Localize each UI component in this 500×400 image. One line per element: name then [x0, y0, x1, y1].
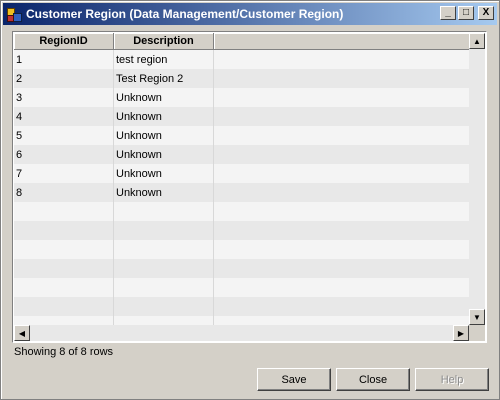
empty-row[interactable] — [14, 278, 474, 297]
arrow-right-icon: ▶ — [457, 328, 465, 338]
cell-regionid[interactable] — [14, 240, 114, 259]
cell-regionid[interactable] — [14, 278, 114, 297]
vertical-scrollbar[interactable]: ▲ ▼ — [469, 33, 485, 325]
empty-row[interactable] — [14, 221, 474, 240]
table-row[interactable]: 4 Unknown — [14, 107, 474, 126]
cell-description[interactable] — [114, 297, 214, 316]
cell-regionid[interactable]: 8 — [14, 183, 114, 202]
table-row[interactable]: 5 Unknown — [14, 126, 474, 145]
cell-filler — [214, 145, 474, 164]
cell-filler — [214, 240, 474, 259]
table-row[interactable]: 8 Unknown — [14, 183, 474, 202]
cell-filler — [214, 164, 474, 183]
table-row[interactable]: 3 Unknown — [14, 88, 474, 107]
column-header-description[interactable]: Description — [114, 33, 214, 50]
scroll-right-button[interactable]: ▶ — [453, 325, 469, 341]
column-header-filler — [214, 33, 474, 50]
cell-regionid[interactable]: 4 — [14, 107, 114, 126]
close-window-button[interactable]: X — [478, 6, 494, 20]
minimize-button[interactable]: _ — [440, 6, 456, 20]
cell-regionid[interactable]: 5 — [14, 126, 114, 145]
cell-filler — [214, 107, 474, 126]
empty-row[interactable] — [14, 297, 474, 316]
cell-filler — [214, 88, 474, 107]
cell-filler — [214, 297, 474, 316]
cell-regionid[interactable] — [14, 221, 114, 240]
status-text: Showing 8 of 8 rows — [14, 346, 114, 358]
cell-regionid[interactable] — [14, 297, 114, 316]
window-controls: _ □ X — [438, 6, 494, 20]
table-row[interactable]: 2 Test Region 2 — [14, 69, 474, 88]
arrow-left-icon: ◀ — [18, 328, 26, 338]
cell-description[interactable] — [114, 278, 214, 297]
cell-description[interactable]: Unknown — [114, 88, 214, 107]
cell-description[interactable] — [114, 259, 214, 278]
cell-description[interactable]: test region — [114, 50, 214, 69]
cell-regionid[interactable]: 3 — [14, 88, 114, 107]
cell-filler — [214, 50, 474, 69]
maximize-icon: □ — [462, 7, 470, 18]
table-row[interactable]: 1 test region — [14, 50, 474, 69]
cell-regionid[interactable] — [14, 259, 114, 278]
maximize-button[interactable]: □ — [458, 6, 474, 20]
save-button[interactable]: Save — [257, 368, 331, 391]
arrow-up-icon: ▲ — [473, 36, 481, 46]
cell-regionid[interactable]: 1 — [14, 50, 114, 69]
table-row[interactable]: 7 Unknown — [14, 164, 474, 183]
empty-row[interactable] — [14, 240, 474, 259]
cell-description[interactable] — [114, 240, 214, 259]
cell-description[interactable] — [114, 202, 214, 221]
customer-region-window: Customer Region (Data Management/Custome… — [0, 0, 500, 400]
horizontal-scrollbar[interactable]: ◀ ▶ — [14, 325, 469, 341]
cell-filler — [214, 278, 474, 297]
cell-filler — [214, 126, 474, 145]
cell-filler — [214, 183, 474, 202]
cell-filler — [214, 221, 474, 240]
cell-description[interactable]: Test Region 2 — [114, 69, 214, 88]
scrollbar-corner — [469, 325, 485, 341]
help-button[interactable]: Help — [415, 368, 489, 391]
cell-regionid[interactable] — [14, 202, 114, 221]
cell-description[interactable]: Unknown — [114, 107, 214, 126]
empty-row[interactable] — [14, 259, 474, 278]
cell-description[interactable]: Unknown — [114, 145, 214, 164]
cell-description[interactable]: Unknown — [114, 126, 214, 145]
minimize-icon: _ — [445, 7, 451, 18]
scroll-left-button[interactable]: ◀ — [14, 325, 30, 341]
cell-filler — [214, 259, 474, 278]
cell-description[interactable]: Unknown — [114, 183, 214, 202]
cell-filler — [214, 202, 474, 221]
cell-filler — [214, 69, 474, 88]
column-header-regionid[interactable]: RegionID — [14, 33, 114, 50]
close-icon: X — [482, 7, 490, 18]
arrow-down-icon: ▼ — [473, 312, 481, 322]
cell-regionid[interactable]: 6 — [14, 145, 114, 164]
window-title: Customer Region (Data Management/Custome… — [26, 7, 344, 21]
grid-rows: 1 test region 2 Test Region 2 3 Unknown 4 Unkno… — [14, 50, 474, 335]
scroll-down-button[interactable]: ▼ — [469, 309, 485, 325]
close-button[interactable]: Close — [336, 368, 410, 391]
cell-regionid[interactable]: 2 — [14, 69, 114, 88]
region-grid[interactable]: RegionID Description 1 test region 2 Test R… — [12, 31, 487, 343]
grid-header: RegionID Description — [14, 33, 474, 50]
cell-description[interactable] — [114, 221, 214, 240]
table-row[interactable]: 6 Unknown — [14, 145, 474, 164]
scroll-up-button[interactable]: ▲ — [469, 33, 485, 49]
app-icon[interactable] — [6, 6, 22, 22]
cell-regionid[interactable]: 7 — [14, 164, 114, 183]
empty-row[interactable] — [14, 202, 474, 221]
title-bar[interactable]: Customer Region (Data Management/Custome… — [3, 3, 497, 25]
cell-description[interactable]: Unknown — [114, 164, 214, 183]
